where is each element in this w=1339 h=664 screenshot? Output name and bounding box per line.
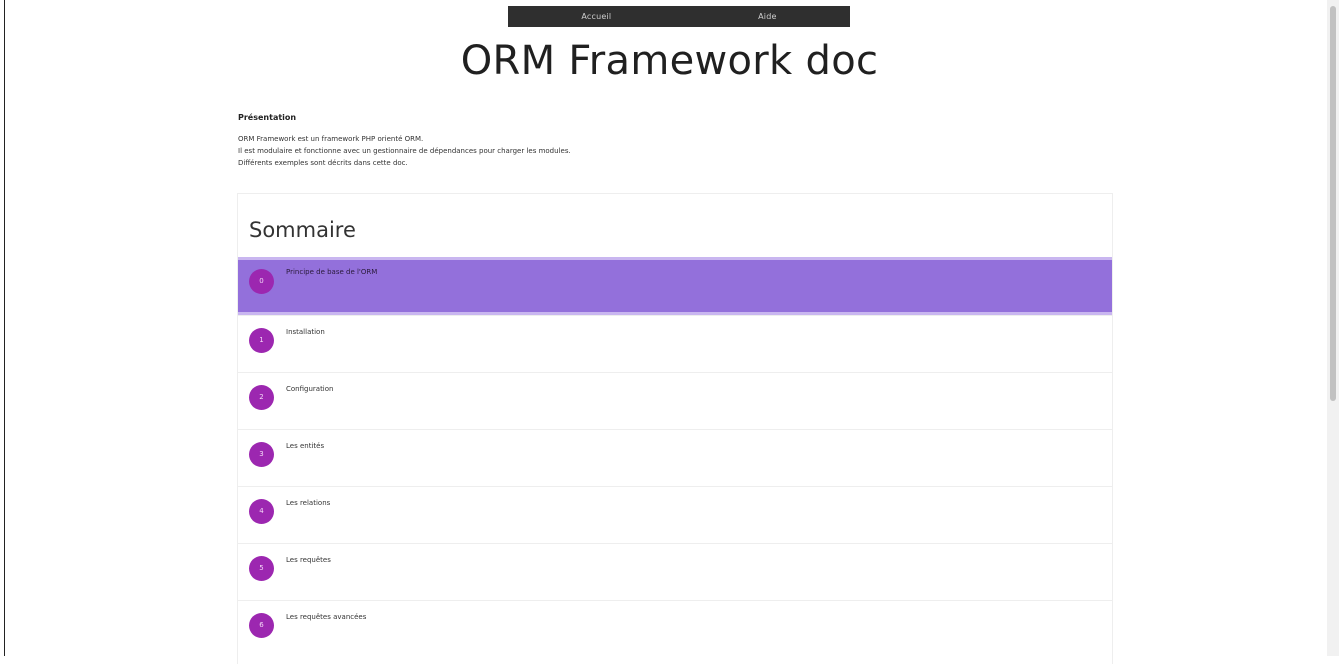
- sommaire-panel: Sommaire 0 Principe de base de l'ORM 1 I…: [237, 193, 1113, 664]
- top-nav: Accueil Aide: [508, 6, 850, 27]
- item-label: Configuration: [286, 385, 334, 393]
- item-number-badge: 1: [249, 328, 274, 353]
- page-title: ORM Framework doc: [460, 38, 879, 84]
- intro-line: Différents exemples sont décrits dans ce…: [238, 159, 408, 167]
- intro-heading: Présentation: [238, 113, 297, 122]
- item-label: Les requêtes avancées: [286, 613, 367, 621]
- item-number-badge: 5: [249, 556, 274, 581]
- sommaire-item-0[interactable]: 0 Principe de base de l'ORM: [238, 257, 1112, 315]
- item-label: Les requêtes: [286, 556, 331, 564]
- intro-section: Présentation ORM Framework est un framew…: [238, 113, 1118, 171]
- item-number-badge: 4: [249, 499, 274, 524]
- intro-line: ORM Framework est un framework PHP orien…: [238, 135, 424, 143]
- sommaire-item-4[interactable]: 4 Les relations: [238, 486, 1112, 543]
- intro-line: Il est modulaire et fonctionne avec un g…: [238, 147, 571, 155]
- item-number-badge: 0: [249, 269, 274, 294]
- item-number-badge: 3: [249, 442, 274, 467]
- sommaire-item-2[interactable]: 2 Configuration: [238, 372, 1112, 429]
- nav-link-accueil[interactable]: Accueil: [581, 12, 611, 21]
- scrollbar-thumb[interactable]: [1330, 6, 1336, 401]
- sommaire-item-5[interactable]: 5 Les requêtes: [238, 543, 1112, 600]
- item-label: Principe de base de l'ORM: [286, 268, 378, 276]
- sommaire-item-1[interactable]: 1 Installation: [238, 315, 1112, 372]
- vertical-scrollbar[interactable]: [1327, 0, 1339, 656]
- item-number-badge: 6: [249, 613, 274, 638]
- sommaire-item-3[interactable]: 3 Les entités: [238, 429, 1112, 486]
- sommaire-title: Sommaire: [249, 218, 356, 242]
- nav-link-aide[interactable]: Aide: [758, 12, 777, 21]
- item-label: Les relations: [286, 499, 331, 507]
- item-label: Installation: [286, 328, 325, 336]
- item-label: Les entités: [286, 442, 325, 450]
- left-border: [4, 0, 5, 656]
- item-number-badge: 2: [249, 385, 274, 410]
- sommaire-item-6[interactable]: 6 Les requêtes avancées: [238, 600, 1112, 657]
